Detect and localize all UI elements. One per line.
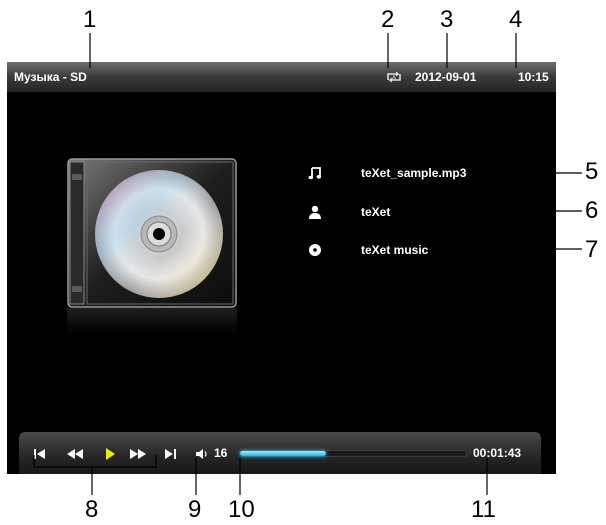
callout-10: 10: [228, 496, 255, 523]
volume-level: 16: [214, 446, 228, 460]
track-album: teXet music: [361, 243, 429, 257]
album-cover-art: [67, 158, 237, 308]
callout-6: 6: [585, 197, 599, 224]
album-cover-reflection: [67, 308, 237, 334]
callout-7: 7: [585, 236, 599, 263]
rewind-icon[interactable]: [66, 447, 84, 459]
elapsed-time: 00:01:43: [473, 446, 522, 460]
repeat-all-icon[interactable]: A: [384, 69, 404, 85]
volume-icon[interactable]: [195, 447, 209, 459]
progress-bar[interactable]: [239, 450, 467, 457]
play-icon[interactable]: [103, 447, 117, 460]
person-icon: [308, 205, 322, 219]
status-time: 10:15: [518, 70, 549, 84]
track-artist: teXet: [361, 205, 391, 219]
callout-9: 9: [188, 496, 202, 523]
callout-1: 1: [83, 6, 97, 33]
callout-5: 5: [585, 158, 599, 185]
player-screen: Музыка - SD A 2012-09-01 10:15 teXet_sam…: [7, 62, 556, 474]
disc-icon: [308, 243, 322, 257]
callout-4: 4: [509, 6, 523, 33]
previous-track-icon[interactable]: [33, 447, 47, 459]
source-title: Музыка - SD: [14, 70, 87, 84]
playback-control-bar: 16 00:01:43: [19, 432, 541, 474]
fast-forward-icon[interactable]: [129, 447, 147, 459]
callout-11: 11: [471, 496, 496, 523]
status-date: 2012-09-01: [415, 70, 477, 84]
track-file-name: teXet_sample.mp3: [361, 166, 467, 180]
callout-2: 2: [381, 6, 395, 33]
callout-3: 3: [440, 6, 454, 33]
music-note-icon: [308, 166, 322, 180]
progress-fill: [240, 451, 326, 456]
callout-8: 8: [85, 496, 99, 523]
next-track-icon[interactable]: [163, 447, 177, 459]
status-bar: Музыка - SD A 2012-09-01 10:15: [7, 62, 556, 92]
